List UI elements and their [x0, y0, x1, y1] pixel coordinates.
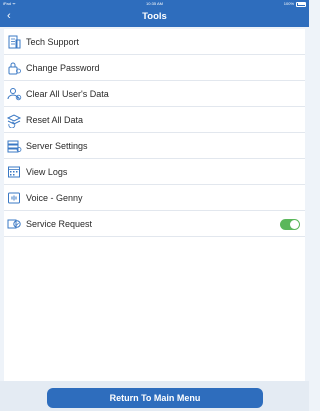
voice-icon — [8, 192, 20, 204]
list-item-label: Change Password — [26, 63, 100, 73]
service-request-toggle[interactable] — [280, 219, 300, 230]
toggle-knob — [290, 220, 299, 229]
list-item-label: Reset All Data — [26, 115, 84, 125]
clock-label: 10:35 AM — [146, 1, 163, 6]
battery-percent: 100% — [283, 1, 294, 6]
list-item-label: Tech Support — [26, 37, 80, 47]
nav-bar: ‹ Tools — [0, 8, 309, 27]
battery-indicator: 100% — [284, 0, 306, 8]
page-title: Tools — [142, 11, 167, 22]
lock-icon — [8, 62, 21, 75]
tools-list: Tech Support Change Password Clear All U… — [4, 29, 305, 381]
list-item-service-request: Service Request — [4, 211, 305, 237]
status-bar: iPad ᯤ 10:35 AM 100% — [0, 0, 309, 8]
list-item-label: Voice - Genny — [26, 193, 83, 203]
list-item-view-logs[interactable]: View Logs — [4, 159, 305, 185]
calendar-logs-icon — [8, 166, 20, 178]
list-item-clear-user-data[interactable]: Clear All User's Data — [4, 81, 305, 107]
service-request-icon — [7, 219, 21, 229]
list-item-voice-genny[interactable]: Voice - Genny — [4, 185, 305, 211]
list-item-reset-data[interactable]: Reset All Data — [4, 107, 305, 133]
battery-icon — [296, 1, 306, 7]
list-item-label: Service Request — [26, 219, 93, 229]
document-clipboard-icon — [8, 35, 21, 49]
user-clear-icon — [7, 88, 22, 101]
list-item-label: View Logs — [26, 167, 68, 177]
reset-data-icon — [6, 114, 22, 128]
list-item-label: Server Settings — [26, 141, 88, 151]
list-item-server-settings[interactable]: Server Settings — [4, 133, 305, 159]
server-settings-icon — [7, 140, 22, 153]
list-item-tech-support[interactable]: Tech Support — [4, 29, 305, 55]
list-item-change-password[interactable]: Change Password — [4, 55, 305, 81]
list-item-label: Clear All User's Data — [26, 89, 109, 99]
return-to-main-menu-button[interactable]: Return To Main Menu — [47, 388, 263, 408]
